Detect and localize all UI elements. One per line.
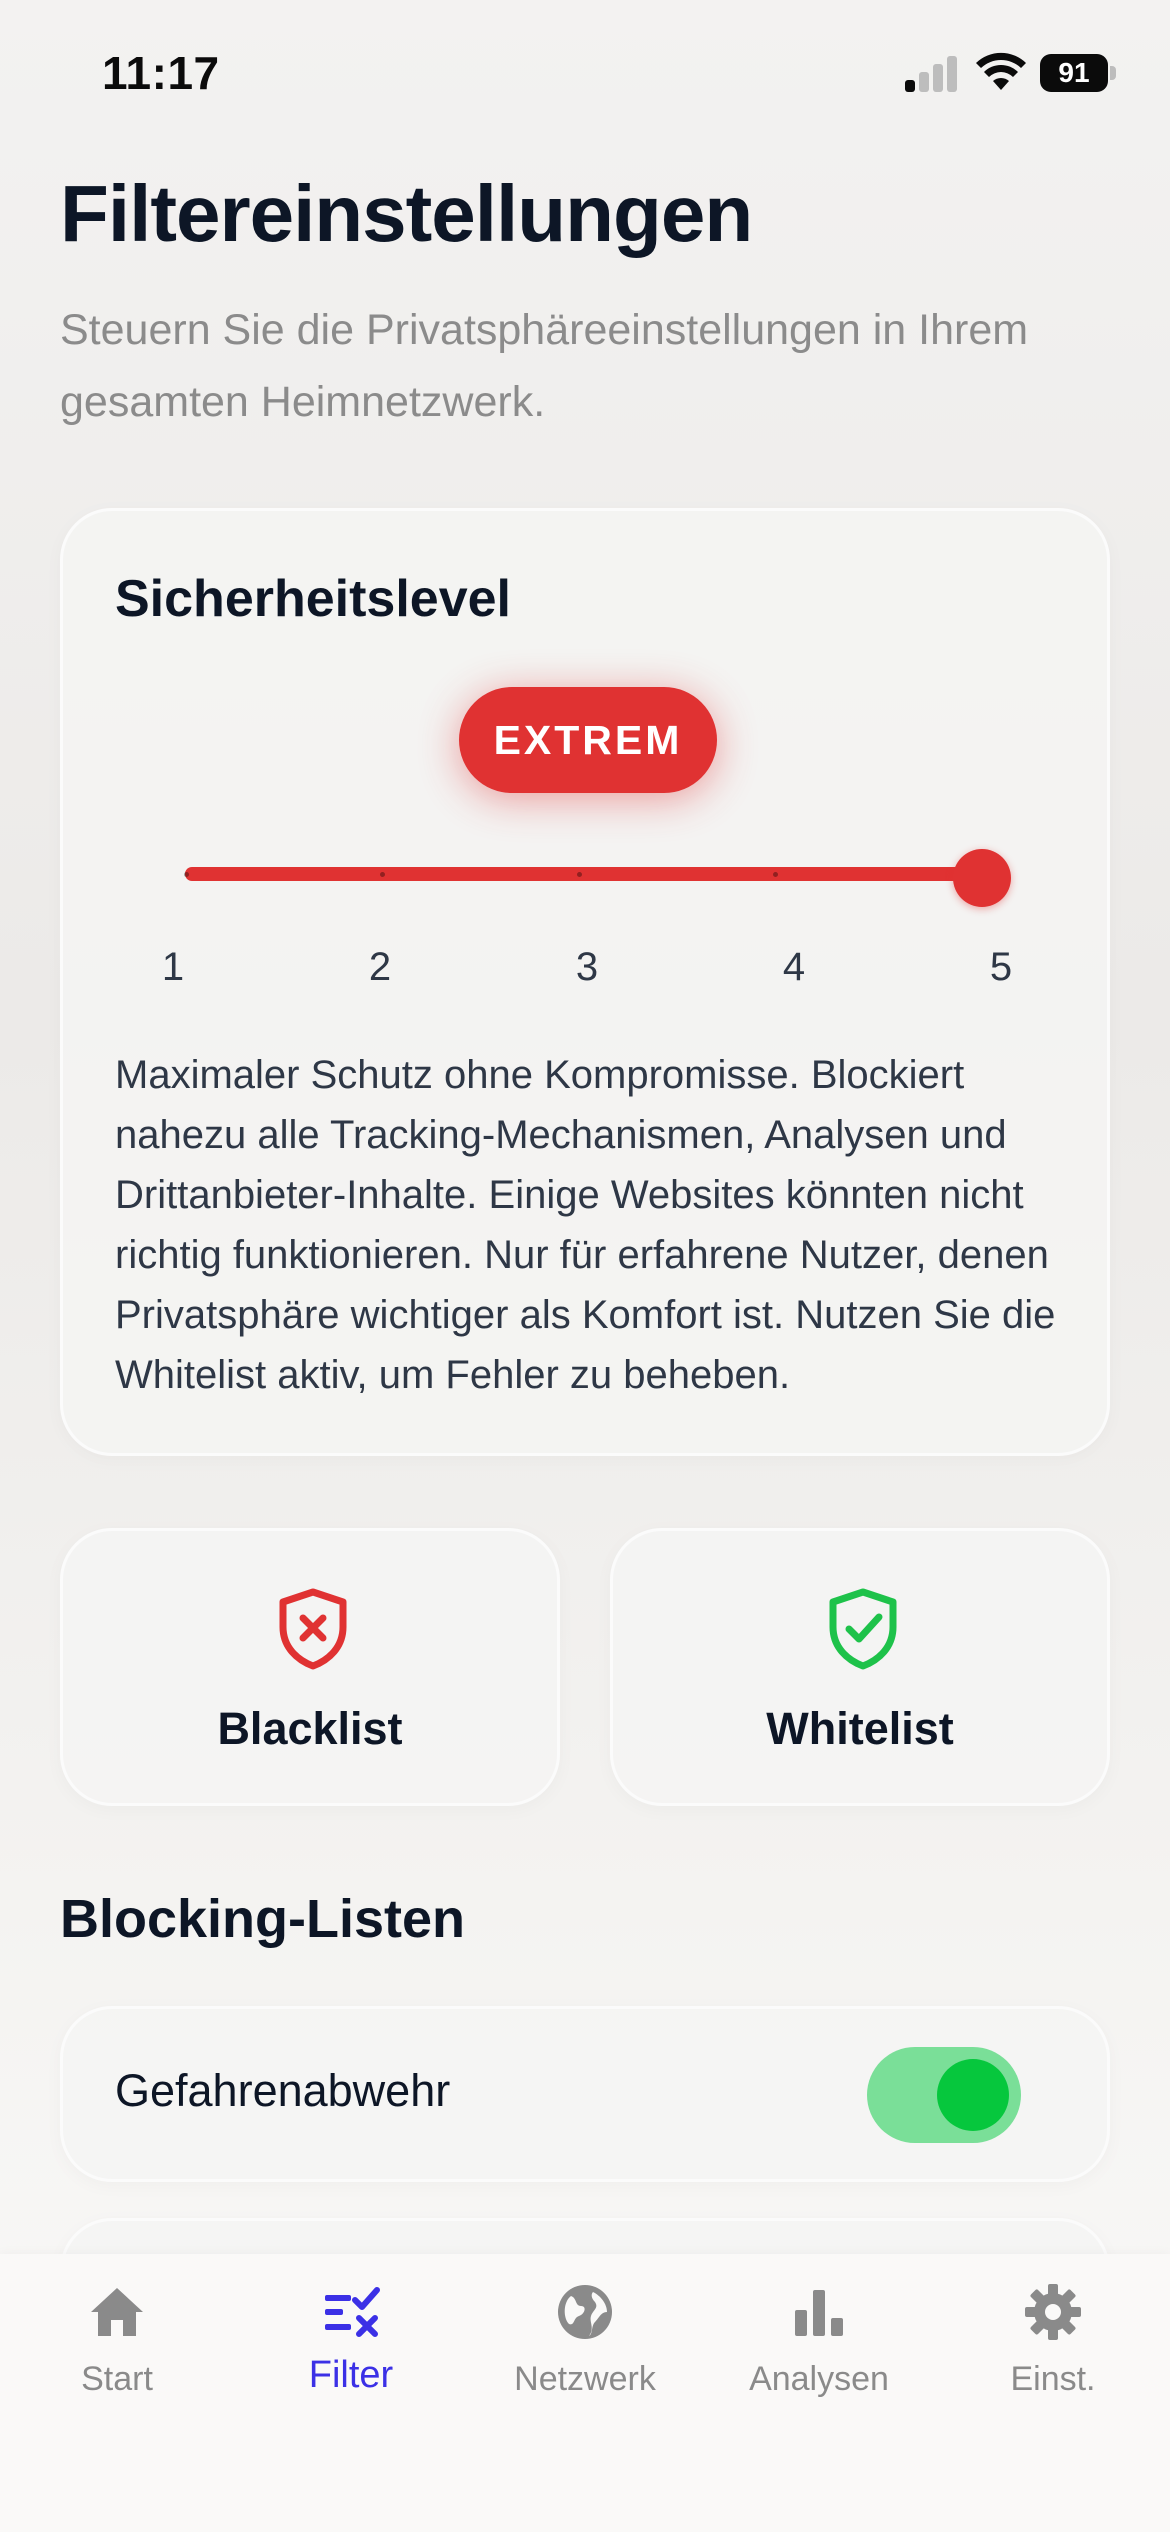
tab-label: Filter xyxy=(308,2354,394,2396)
wifi-icon xyxy=(976,52,1026,90)
shield-check-icon xyxy=(829,1588,897,1670)
home-icon xyxy=(91,2288,143,2336)
slider-thumb[interactable] xyxy=(953,849,1011,907)
slider-tick-label: 3 xyxy=(575,945,599,989)
tab-analysen[interactable]: Analysen xyxy=(702,2254,936,2454)
tab-einstellungen[interactable]: Einst. xyxy=(936,2254,1170,2454)
slider-step-dot xyxy=(773,872,778,877)
battery-level: 91 xyxy=(1040,54,1108,92)
gefahrenabwehr-toggle[interactable] xyxy=(867,2047,1021,2143)
whitelist-label: Whitelist xyxy=(766,1703,954,1754)
tab-filter[interactable]: Filter xyxy=(234,2254,468,2454)
status-bar: 11:17 91 xyxy=(0,0,1170,150)
security-level-slider[interactable] xyxy=(184,849,1011,907)
slider-tick-label: 5 xyxy=(989,945,1013,989)
slider-step-dot xyxy=(380,872,385,877)
tab-label: Start xyxy=(81,2360,153,2398)
tab-label: Analysen xyxy=(749,2360,889,2398)
page-subtitle: Steuern Sie die Privatsphäreeinstellunge… xyxy=(60,306,1029,426)
tab-label: Einst. xyxy=(1010,2360,1096,2398)
blacklist-button[interactable]: Blacklist xyxy=(60,1528,560,1806)
blocking-list-row[interactable]: Gefahrenabwehr xyxy=(60,2006,1110,2182)
cellular-signal-icon xyxy=(905,56,959,92)
slider-tick-label: 1 xyxy=(161,945,185,989)
globe-icon xyxy=(558,2285,612,2339)
blocking-list-label: Gefahrenabwehr xyxy=(115,2065,451,2116)
bar-chart-icon xyxy=(795,2290,843,2336)
tab-start[interactable]: Start xyxy=(0,2254,234,2454)
security-level-badge: EXTREM xyxy=(459,687,717,793)
tab-bar: Start Filter Netzwerk Analysen Einst. xyxy=(0,2254,1170,2532)
status-time: 11:17 xyxy=(102,47,220,99)
slider-step-dot xyxy=(184,872,189,877)
slider-tick-label: 2 xyxy=(368,945,392,989)
page-title: Filtereinstellungen xyxy=(60,169,753,258)
filter-icon xyxy=(325,2287,380,2337)
whitelist-button[interactable]: Whitelist xyxy=(610,1528,1110,1806)
security-level-description: Maximaler Schutz ohne Kompromisse. Block… xyxy=(115,1053,1056,1397)
gear-icon xyxy=(1025,2284,1081,2340)
tab-label: Netzwerk xyxy=(514,2360,656,2398)
shield-x-icon xyxy=(279,1588,347,1670)
slider-step-dot xyxy=(577,872,582,877)
slider-tick-label: 4 xyxy=(782,945,806,989)
toggle-knob xyxy=(937,2059,1009,2131)
blocking-lists-title: Blocking-Listen xyxy=(60,1889,466,1949)
battery-icon: 91 xyxy=(1040,54,1116,92)
blacklist-label: Blacklist xyxy=(217,1703,403,1754)
security-level-card: Sicherheitslevel EXTREM 1 2 3 4 5 Maxima… xyxy=(60,508,1110,1456)
slider-track[interactable] xyxy=(185,867,985,881)
tab-netzwerk[interactable]: Netzwerk xyxy=(468,2254,702,2454)
security-level-label: Sicherheitslevel xyxy=(115,570,511,628)
